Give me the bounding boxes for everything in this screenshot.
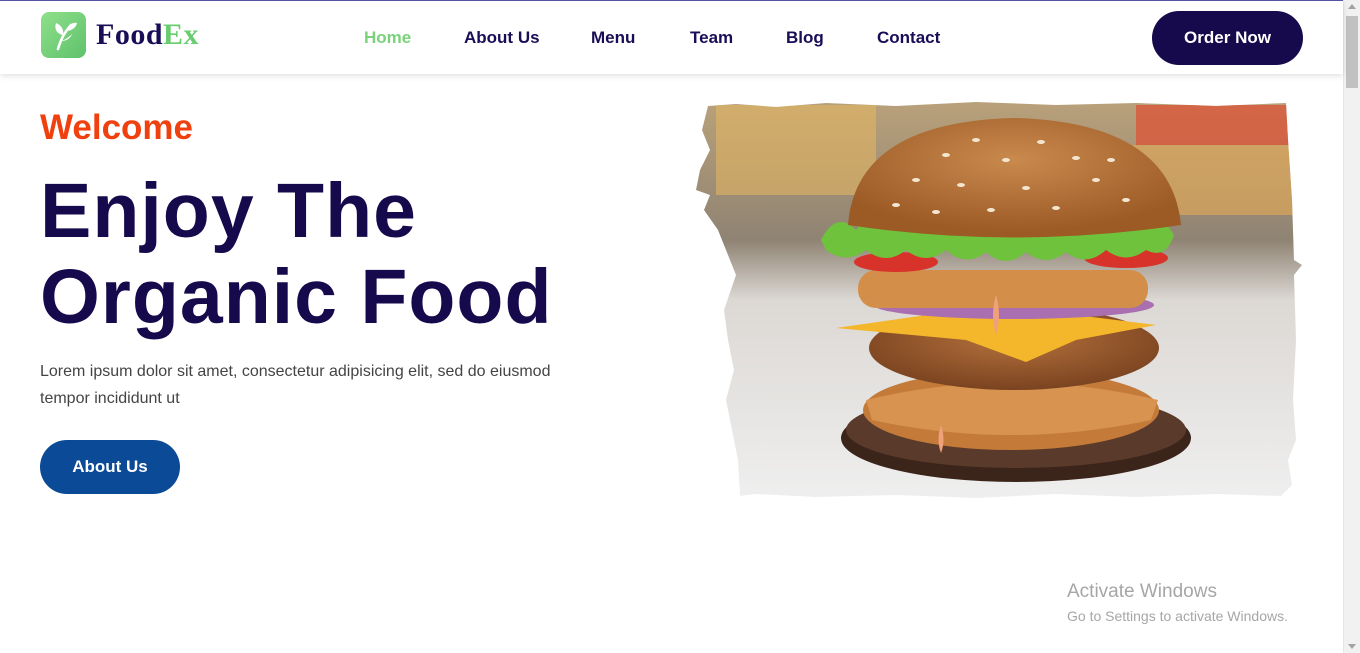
nav-about-us[interactable]: About Us [464, 28, 540, 48]
order-now-button[interactable]: Order Now [1152, 11, 1303, 65]
leaf-icon [41, 12, 86, 58]
activate-windows-watermark: Activate Windows Go to Settings to activ… [1067, 581, 1288, 627]
nav-team[interactable]: Team [690, 28, 733, 48]
hero-description-line2: tempor incididunt ut [40, 390, 180, 407]
nav-contact[interactable]: Contact [877, 28, 940, 48]
hero-description-line1: Lorem ipsum dolor sit amet, consectetur … [40, 363, 551, 380]
burger-image [696, 102, 1302, 498]
page-scrollbar[interactable] [1343, 0, 1360, 653]
scroll-down-arrow-icon[interactable] [1348, 644, 1356, 649]
watermark-subtitle: Go to Settings to activate Windows. [1067, 608, 1288, 624]
hero-eyebrow: Welcome [40, 108, 194, 147]
hero-title: Enjoy The Organic Food [40, 168, 640, 340]
about-us-button[interactable]: About Us [40, 440, 180, 494]
brand-name-part2: Ex [163, 18, 200, 51]
nav-blog[interactable]: Blog [786, 28, 824, 48]
watermark-title: Activate Windows [1067, 581, 1217, 602]
brand-name-part1: Food [96, 18, 164, 51]
scroll-up-arrow-icon[interactable] [1348, 4, 1356, 9]
scroll-thumb[interactable] [1346, 16, 1358, 88]
hero-description: Lorem ipsum dolor sit amet, consectetur … [40, 358, 580, 412]
brand-logo[interactable]: FoodEx [41, 12, 199, 58]
hero-title-line1: Enjoy The [40, 168, 417, 254]
nav-menu[interactable]: Menu [591, 28, 635, 48]
site-header: FoodEx Home About Us Menu Team Blog Cont… [0, 1, 1343, 74]
brand-name: FoodEx [96, 18, 199, 52]
hero-title-line2: Organic Food [40, 254, 553, 340]
nav-home[interactable]: Home [364, 28, 411, 48]
